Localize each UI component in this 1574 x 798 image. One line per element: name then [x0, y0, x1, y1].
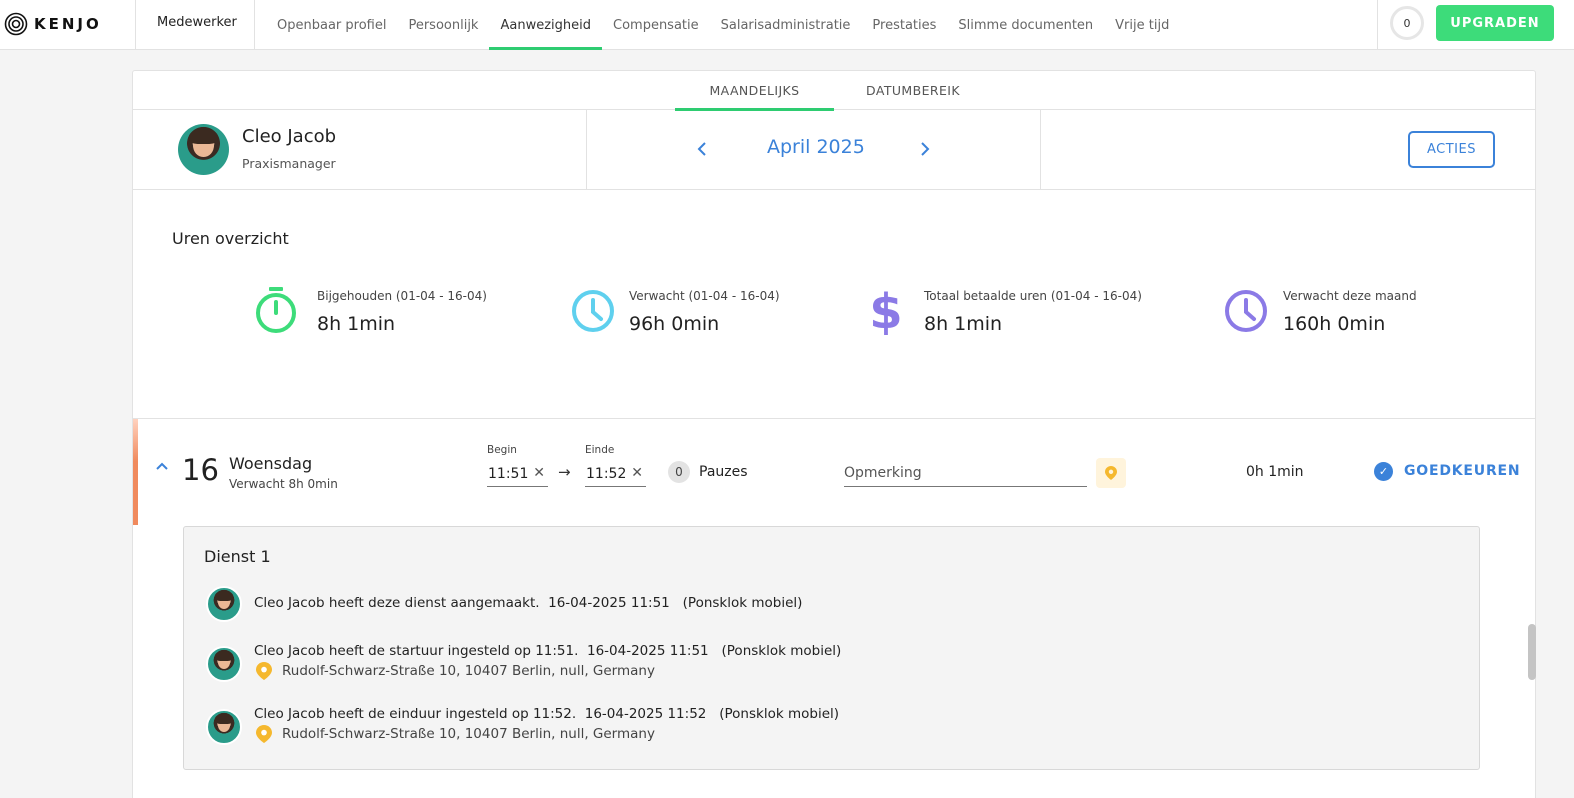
stat-paid-hours: $ Totaal betaalde uren (01-04 - 16-04) 8…: [863, 283, 1163, 343]
tab-openbaar-profiel[interactable]: Openbaar profiel: [266, 0, 397, 50]
location-pin-icon: [1105, 466, 1117, 480]
day-total-hours: 0h 1min: [1246, 464, 1304, 480]
begin-label: Begin: [487, 444, 517, 456]
arrow-right-icon: →: [558, 463, 571, 481]
day-status-indicator: [133, 419, 138, 525]
day-entry-row: 16 Woensdag Verwacht 8h 0min Begin 11:51…: [133, 419, 1535, 525]
location-pin-icon: [256, 662, 272, 680]
log-entry-text: Cleo Jacob heeft de startuur ingesteld o…: [254, 643, 842, 659]
stopwatch-icon: [256, 287, 296, 333]
chevron-up-icon[interactable]: [155, 461, 169, 471]
end-time-input[interactable]: 11:52 ✕: [585, 461, 646, 487]
stat-label: Totaal betaalde uren (01-04 - 16-04): [924, 289, 1142, 303]
stat-expected: Verwacht (01-04 - 16-04) 96h 0min: [570, 283, 830, 343]
section-title: Medewerker: [157, 15, 237, 30]
stat-label: Verwacht (01-04 - 16-04): [629, 289, 780, 303]
upgrade-button[interactable]: UPGRADEN: [1436, 5, 1554, 41]
log-entry-text: Cleo Jacob heeft deze dienst aangemaakt.…: [254, 595, 803, 611]
tab-persoonlijk[interactable]: Persoonlijk: [397, 0, 489, 50]
divider: [254, 0, 255, 50]
tab-salarisadministratie[interactable]: Salarisadministratie: [710, 0, 862, 50]
pauses-count[interactable]: 0: [668, 461, 690, 483]
previous-month-button[interactable]: [690, 137, 714, 161]
tab-date-range[interactable]: DATUMBEREIK: [853, 71, 973, 110]
end-label: Einde: [585, 444, 615, 456]
notification-counter[interactable]: 0: [1390, 6, 1424, 40]
dollar-icon: $: [869, 284, 902, 335]
location-address: Rudolf-Schwarz-Straße 10, 10407 Berlin, …: [282, 726, 655, 742]
stat-label: Bijgehouden (01-04 - 16-04): [317, 289, 487, 303]
employee-header: Cleo Jacob Praxismanager April 2025 ACTI…: [133, 110, 1535, 190]
shift-title: Dienst 1: [204, 547, 271, 566]
employee-role: Praxismanager: [242, 156, 336, 171]
day-number: 16: [182, 453, 219, 487]
check-icon: ✓: [1374, 462, 1393, 481]
approve-button[interactable]: GOEDKEUREN: [1404, 463, 1520, 479]
clock-icon: [1225, 290, 1267, 332]
stat-tracked: Bijgehouden (01-04 - 16-04) 8h 1min: [253, 283, 513, 343]
day-expected-hours: Verwacht 8h 0min: [229, 477, 338, 491]
divider: [586, 110, 587, 189]
tab-monthly[interactable]: MAANDELIJKS: [675, 71, 834, 111]
avatar: [178, 124, 229, 175]
current-month: April 2025: [767, 136, 865, 158]
remark-input[interactable]: Opmerking: [844, 459, 1087, 487]
avatar: [206, 646, 242, 682]
avatar: [206, 709, 242, 745]
page-scrollbar[interactable]: [1528, 624, 1536, 680]
brand-name: KENJO: [34, 15, 102, 33]
shift-history: Dienst 1 Cleo Jacob heeft deze dienst aa…: [183, 526, 1480, 770]
day-weekday: Woensdag: [229, 454, 313, 473]
location-button[interactable]: [1096, 458, 1126, 488]
avatar: [206, 586, 242, 622]
stat-label: Verwacht deze maand: [1283, 289, 1417, 303]
clock-icon: [572, 290, 614, 332]
profile-tabs: Openbaar profiel Persoonlijk Aanwezighei…: [266, 0, 1180, 50]
location-address: Rudolf-Schwarz-Straße 10, 10407 Berlin, …: [282, 663, 655, 679]
begin-time-input[interactable]: 11:51 ✕: [487, 461, 548, 487]
kenjo-logo[interactable]: KENJO: [4, 10, 102, 38]
divider: [1040, 110, 1041, 189]
tab-slimme-documenten[interactable]: Slimme documenten: [947, 0, 1104, 50]
tab-aanwezigheid[interactable]: Aanwezigheid: [489, 0, 602, 50]
employee-name: Cleo Jacob: [242, 126, 337, 147]
clear-end-icon[interactable]: ✕: [631, 465, 643, 481]
hours-overview-title: Uren overzicht: [172, 229, 289, 248]
actions-button[interactable]: ACTIES: [1408, 131, 1495, 168]
tab-prestaties[interactable]: Prestaties: [861, 0, 947, 50]
stat-value: 160h 0min: [1283, 313, 1386, 335]
log-entry-text: Cleo Jacob heeft de einduur ingesteld op…: [254, 706, 840, 722]
chevron-left-icon: [697, 142, 706, 156]
clear-begin-icon[interactable]: ✕: [533, 465, 545, 481]
stat-value: 8h 1min: [924, 313, 1003, 335]
chevron-right-icon: [921, 142, 930, 156]
log-entry-location: Rudolf-Schwarz-Straße 10, 10407 Berlin, …: [256, 662, 655, 680]
kenjo-logo-icon: [4, 12, 28, 36]
divider: [135, 0, 136, 50]
stat-expected-month: Verwacht deze maand 160h 0min: [1223, 283, 1483, 343]
end-time-value: 11:52: [586, 465, 627, 482]
attendance-card: MAANDELIJKS DATUMBEREIK Cleo Jacob Praxi…: [132, 70, 1536, 798]
log-entry-location: Rudolf-Schwarz-Straße 10, 10407 Berlin, …: [256, 725, 655, 743]
view-tabs: MAANDELIJKS DATUMBEREIK: [133, 71, 1535, 111]
begin-time-value: 11:51: [488, 465, 529, 482]
stat-value: 96h 0min: [629, 313, 720, 335]
location-pin-icon: [256, 725, 272, 743]
svg-text:$: $: [869, 284, 902, 335]
stat-value: 8h 1min: [317, 313, 396, 335]
divider: [1377, 0, 1378, 50]
next-month-button[interactable]: [913, 137, 937, 161]
tab-vrije-tijd[interactable]: Vrije tijd: [1104, 0, 1180, 50]
pauses-label[interactable]: Pauzes: [699, 464, 748, 480]
tab-compensatie[interactable]: Compensatie: [602, 0, 710, 50]
top-navigation: KENJO Medewerker Openbaar profiel Persoo…: [0, 0, 1574, 50]
